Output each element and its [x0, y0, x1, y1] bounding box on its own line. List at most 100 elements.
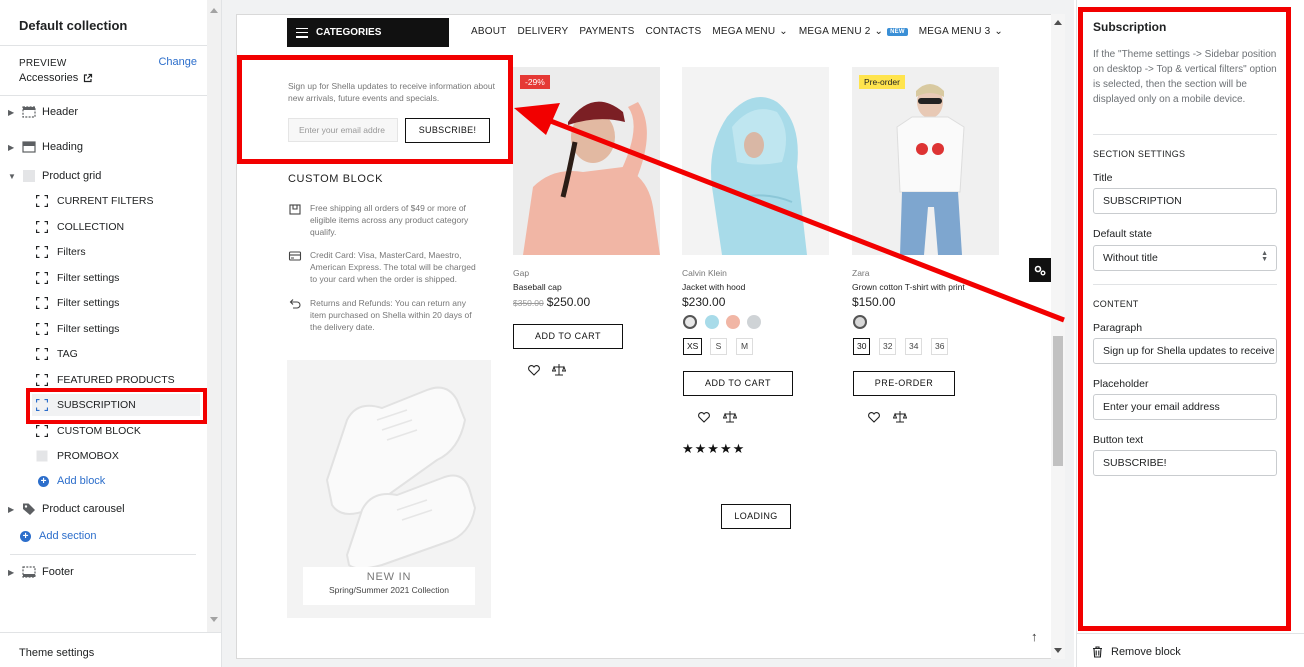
plus-circle-icon: +	[20, 530, 31, 542]
block-item-collection[interactable]: COLLECTION	[36, 216, 124, 238]
section-label: Footer	[42, 566, 74, 578]
heart-icon[interactable]	[867, 410, 881, 424]
color-swatch[interactable]	[853, 315, 867, 329]
scroll-thumb[interactable]	[1053, 336, 1063, 466]
product-name[interactable]: Grown cotton T-shirt with print	[852, 282, 976, 292]
product-image[interactable]	[682, 67, 829, 255]
change-preview-link[interactable]: Change	[158, 56, 197, 68]
block-icon	[36, 195, 48, 207]
custom-block-item: Credit Card: Visa, MasterCard, Maestro, …	[288, 249, 483, 285]
size-option[interactable]: 32	[879, 338, 897, 355]
size-option[interactable]: XS	[683, 338, 703, 355]
nav-mega-menu-3[interactable]: MEGA MENU 3 ⌄	[919, 26, 1003, 37]
color-swatch[interactable]	[705, 315, 719, 329]
color-swatch[interactable]	[683, 315, 697, 329]
block-label: Filter settings	[57, 297, 120, 309]
color-swatch[interactable]	[726, 315, 740, 329]
product-name[interactable]: Baseball cap	[513, 282, 562, 292]
promobox-subtitle: Spring/Summer 2021 Collection	[328, 585, 449, 595]
divider	[10, 554, 196, 555]
section-footer[interactable]: ▶ Footer	[0, 561, 74, 583]
nav-payments[interactable]: PAYMENTS	[579, 26, 634, 37]
old-price: $350.00	[513, 298, 544, 308]
nav-mega-menu[interactable]: MEGA MENU ⌄	[712, 26, 788, 37]
size-option[interactable]: S	[710, 338, 727, 355]
settings-gear-button[interactable]	[1029, 258, 1051, 282]
gear-icon	[1034, 265, 1046, 276]
collapse-caret-icon[interactable]: ▼	[8, 172, 18, 181]
size-option[interactable]: 30	[853, 338, 871, 355]
product-photo-tshirt	[852, 67, 999, 255]
add-block-button[interactable]: + Add block	[38, 475, 105, 487]
scroll-up-icon[interactable]	[1054, 20, 1062, 25]
add-section-label: Add section	[39, 530, 97, 542]
remove-block-button[interactable]: Remove block	[1092, 646, 1181, 658]
size-option[interactable]: M	[736, 338, 753, 355]
compare-scale-icon[interactable]	[723, 410, 737, 424]
preview-value[interactable]: Accessories	[19, 72, 188, 84]
promobox[interactable]: NEW IN Spring/Summer 2021 Collection	[287, 360, 491, 618]
custom-block-item: Returns and Refunds: You can return any …	[288, 297, 483, 333]
section-label: Product carousel	[42, 503, 125, 515]
preorder-badge: Pre-order	[859, 75, 905, 89]
product-image[interactable]: -29%	[513, 67, 660, 255]
categories-menu-button[interactable]: CATEGORIES	[287, 18, 449, 47]
block-icon	[36, 272, 48, 284]
section-product-carousel[interactable]: ▶ Product carousel	[0, 498, 125, 520]
divider	[0, 632, 222, 633]
theme-settings-button[interactable]: Theme settings	[19, 647, 94, 659]
block-icon	[36, 246, 48, 258]
block-icon	[36, 425, 48, 437]
compare-scale-icon[interactable]	[893, 410, 907, 424]
section-header[interactable]: ▶ Header	[0, 101, 78, 123]
block-item-tag[interactable]: TAG	[36, 343, 78, 365]
product-name[interactable]: Jacket with hood	[682, 282, 745, 292]
block-item-current-filters[interactable]: CURRENT FILTERS	[36, 190, 153, 212]
nav-contacts[interactable]: CONTACTS	[645, 26, 701, 37]
add-to-cart-button[interactable]: ADD TO CART	[513, 324, 623, 349]
preview-scrollbar[interactable]	[1051, 14, 1065, 659]
block-item-filter-settings[interactable]: Filter settings	[36, 267, 119, 289]
section-label: Product grid	[42, 170, 102, 182]
block-label: CURRENT FILTERS	[57, 195, 154, 207]
scroll-up-icon[interactable]	[210, 8, 218, 13]
block-item-filter-settings[interactable]: Filter settings	[36, 318, 119, 340]
size-option[interactable]: 34	[905, 338, 923, 355]
hamburger-icon	[296, 27, 308, 38]
top-navigation: ABOUT DELIVERY PAYMENTS CONTACTS MEGA ME…	[471, 26, 1003, 37]
nav-about[interactable]: ABOUT	[471, 26, 506, 37]
expand-caret-icon[interactable]: ▶	[8, 108, 18, 117]
color-swatch[interactable]	[747, 315, 761, 329]
block-label: PROMOBOX	[57, 450, 119, 462]
plus-circle-icon: +	[38, 475, 49, 487]
expand-caret-icon[interactable]: ▶	[8, 568, 18, 577]
block-label: FEATURED PRODUCTS	[57, 374, 175, 386]
heading-section-icon	[22, 141, 36, 153]
heart-icon[interactable]	[527, 363, 541, 377]
product-image[interactable]: Pre-order	[852, 67, 999, 255]
sidebar-scrollbar[interactable]	[207, 0, 221, 632]
scroll-down-icon[interactable]	[210, 617, 218, 622]
block-item-filter-settings[interactable]: Filter settings	[36, 292, 119, 314]
section-heading[interactable]: ▶ Heading	[0, 136, 83, 158]
expand-caret-icon[interactable]: ▶	[8, 143, 18, 152]
pre-order-button[interactable]: PRE-ORDER	[853, 371, 955, 396]
add-block-label: Add block	[57, 475, 106, 487]
load-more-button[interactable]: LOADING	[721, 504, 791, 529]
size-option[interactable]: 36	[931, 338, 949, 355]
nav-delivery[interactable]: DELIVERY	[517, 26, 568, 37]
add-section-button[interactable]: + Add section	[20, 530, 96, 542]
expand-caret-icon[interactable]: ▶	[8, 505, 18, 514]
product-price: $150.00	[852, 295, 896, 309]
compare-scale-icon[interactable]	[552, 363, 566, 377]
scroll-down-icon[interactable]	[1054, 648, 1062, 653]
block-item-promobox[interactable]: PROMOBOX	[36, 445, 119, 467]
heart-icon[interactable]	[697, 410, 711, 424]
add-to-cart-button[interactable]: ADD TO CART	[683, 371, 793, 396]
nav-mega-menu-2[interactable]: MEGA MENU 2 ⌄ NEW	[799, 26, 908, 37]
back-to-top-icon[interactable]: ↑	[1031, 629, 1038, 644]
product-grid-section-icon	[23, 170, 35, 182]
block-item-filters[interactable]: Filters	[36, 241, 86, 263]
section-product-grid[interactable]: ▼ Product grid	[0, 165, 101, 187]
external-link-icon[interactable]	[83, 73, 93, 83]
